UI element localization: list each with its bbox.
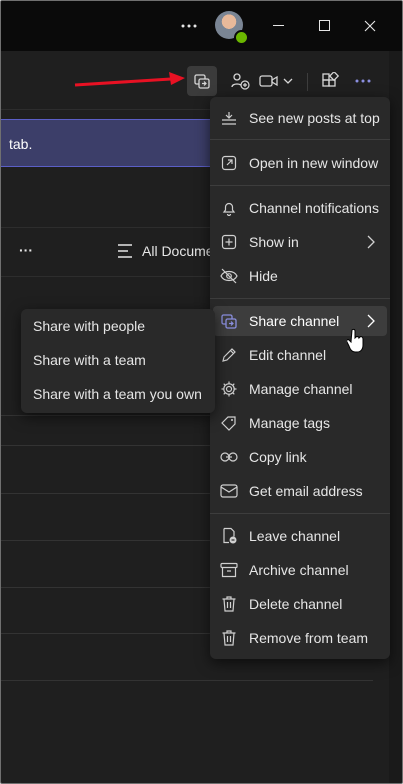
hand-cursor-icon	[347, 328, 364, 353]
maximize-button[interactable]	[311, 1, 339, 51]
chevron-right-icon	[367, 314, 375, 328]
menu-item-remove-from-team[interactable]: Remove from team	[213, 623, 387, 653]
annotation-arrow-icon	[74, 72, 185, 87]
more-options-button[interactable]	[351, 66, 375, 96]
archive-icon	[219, 560, 239, 580]
info-banner: tab.	[1, 119, 215, 167]
menu-item-label: Archive channel	[249, 562, 349, 578]
sort-icon	[219, 108, 239, 128]
popout-icon	[219, 153, 239, 173]
menu-item-label: Open in new window	[249, 155, 379, 171]
view-selector[interactable]: All Docume	[142, 243, 214, 259]
menu-item-label: Show in	[249, 234, 299, 250]
plus-box-icon	[219, 232, 239, 252]
mail-icon	[219, 481, 239, 501]
banner-text: tab.	[9, 136, 33, 152]
menu-separator	[210, 139, 390, 140]
menu-separator	[210, 185, 390, 186]
teams-window: tab. ··· All Docume See new posts at top…	[0, 0, 403, 784]
menu-item-label: Remove from team	[249, 630, 369, 646]
menu-item-leave-channel[interactable]: Leave channel	[213, 521, 387, 551]
apps-button[interactable]	[317, 66, 343, 96]
menu-item-archive-channel[interactable]: Archive channel	[213, 555, 387, 585]
share-channel-submenu: Share with people Share with a team Shar…	[21, 309, 215, 413]
more-options-icon[interactable]	[177, 1, 201, 51]
submenu-item-share-with-people[interactable]: Share with people	[33, 311, 145, 341]
video-camera-icon	[259, 75, 293, 87]
bell-icon	[219, 198, 239, 218]
menu-item-label: Copy link	[249, 449, 307, 465]
add-people-button[interactable]	[227, 66, 253, 96]
menu-separator	[210, 298, 390, 299]
leave-icon	[219, 526, 239, 546]
scrollbar[interactable]	[389, 51, 402, 783]
gear-icon	[219, 379, 239, 399]
menu-item-label: Manage tags	[249, 415, 330, 431]
people-add-icon	[231, 73, 250, 90]
files-more-button[interactable]: ···	[19, 242, 33, 258]
menu-item-manage-channel[interactable]: Manage channel	[213, 374, 387, 404]
pencil-icon	[219, 345, 239, 365]
share-channel-button[interactable]	[187, 66, 217, 96]
list-row-divider	[1, 680, 373, 681]
menu-item-show-in[interactable]: Show in	[213, 227, 387, 257]
close-button[interactable]	[356, 1, 384, 51]
eye-off-icon	[219, 266, 239, 286]
tag-icon	[219, 413, 239, 433]
menu-item-label: Channel notifications	[249, 200, 379, 216]
chevron-right-icon	[367, 235, 375, 249]
menu-item-manage-tags[interactable]: Manage tags	[213, 408, 387, 438]
share-channel-icon	[194, 74, 210, 89]
channel-context-menu: See new posts at top Open in new window …	[210, 97, 390, 659]
menu-item-get-email-address[interactable]: Get email address	[213, 476, 387, 506]
menu-item-channel-notifications[interactable]: Channel notifications	[213, 193, 387, 223]
menu-item-see-new-posts-at-top[interactable]: See new posts at top	[213, 103, 387, 133]
menu-item-label: See new posts at top	[249, 110, 380, 126]
menu-item-delete-channel[interactable]: Delete channel	[213, 589, 387, 619]
menu-item-hide[interactable]: Hide	[213, 261, 387, 291]
minimize-button[interactable]	[265, 1, 293, 51]
menu-item-label: Edit channel	[249, 347, 327, 363]
submenu-item-share-with-a-team[interactable]: Share with a team	[33, 345, 146, 375]
menu-item-label: Share channel	[249, 313, 340, 329]
menu-item-open-in-new-window[interactable]: Open in new window	[213, 148, 387, 178]
menu-item-label: Get email address	[249, 483, 363, 499]
menu-separator	[210, 513, 390, 514]
meet-button[interactable]	[257, 66, 297, 96]
menu-item-label: Hide	[249, 268, 278, 284]
menu-item-copy-link[interactable]: Copy link	[213, 442, 387, 472]
view-list-icon	[118, 244, 132, 258]
title-bar	[1, 1, 402, 51]
toolbar-divider	[307, 73, 308, 91]
menu-item-label: Leave channel	[249, 528, 341, 544]
submenu-item-share-with-a-team-you-own[interactable]: Share with a team you own	[33, 379, 202, 409]
apps-icon	[322, 72, 339, 87]
more-icon	[355, 79, 371, 83]
menu-item-label: Delete channel	[249, 596, 343, 612]
trash-icon	[219, 594, 239, 614]
share-channel-icon	[219, 311, 239, 331]
link-icon	[219, 447, 239, 467]
trash-icon	[219, 628, 239, 648]
presence-available-icon	[234, 30, 249, 45]
menu-item-label: Manage channel	[249, 381, 353, 397]
